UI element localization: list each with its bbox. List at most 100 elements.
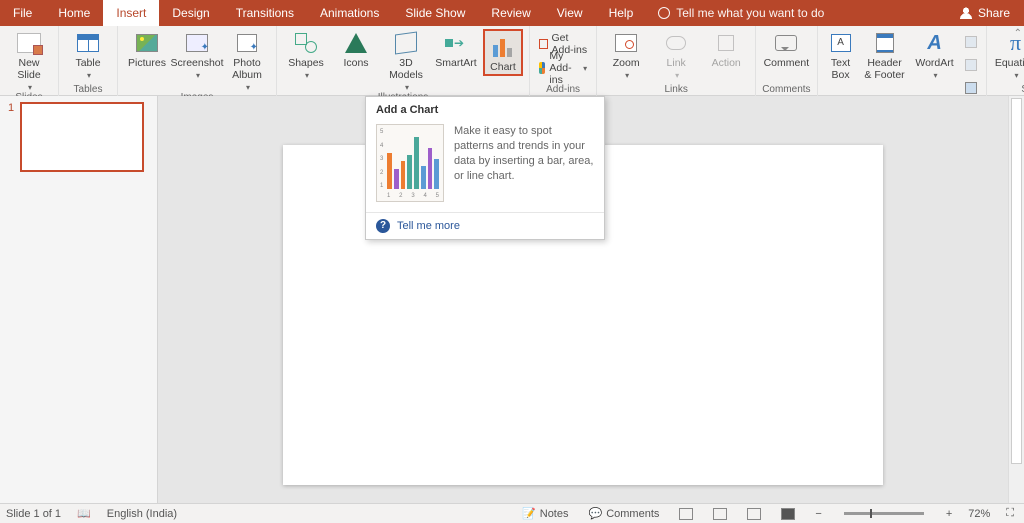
slide-number-button (962, 55, 980, 75)
smartart-button[interactable]: SmartArt (433, 28, 479, 69)
collapse-ribbon-button[interactable]: ⌃ (1014, 28, 1022, 39)
tab-home[interactable]: Home (45, 0, 103, 26)
date-time-icon (965, 36, 977, 48)
smartart-icon (445, 34, 467, 52)
screenshot-icon (186, 34, 208, 52)
fit-to-window-button[interactable]: ⛶ (1002, 507, 1018, 520)
tab-view[interactable]: View (544, 0, 596, 26)
action-icon (718, 35, 734, 51)
ribbon: New Slide▾ Slides Table▾ Tables Pictures… (0, 26, 1024, 96)
tab-animations[interactable]: Animations (307, 0, 392, 26)
group-links: Zoom▾ Link▾ Action Links (597, 26, 756, 96)
pictures-button[interactable]: Pictures (124, 28, 170, 69)
link-icon (666, 36, 686, 50)
screenshot-button[interactable]: Screenshot▾ (174, 28, 220, 80)
sorter-view-icon (713, 508, 727, 520)
tab-insert[interactable]: Insert (103, 0, 159, 26)
action-button: Action (703, 28, 749, 69)
slideshow-view-icon (781, 508, 795, 520)
slide-thumbnail-1[interactable] (20, 102, 144, 172)
zoom-out-button[interactable]: − (811, 508, 825, 520)
group-tables: Table▾ Tables (59, 26, 118, 96)
slide-thumbnail-panel: 1 (0, 96, 158, 503)
share-button[interactable]: Share (946, 6, 1024, 20)
notes-button[interactable]: 📝 Notes (518, 507, 572, 520)
photo-album-icon (237, 34, 257, 52)
pictures-icon (136, 34, 158, 52)
tab-review[interactable]: Review (478, 0, 543, 26)
normal-view-icon (679, 508, 693, 520)
tab-transitions[interactable]: Transitions (223, 0, 307, 26)
store-icon (539, 39, 548, 49)
table-icon (77, 34, 99, 52)
group-label: Links (665, 84, 688, 96)
tooltip-title: Add a Chart (366, 97, 604, 120)
group-slides: New Slide▾ Slides (0, 26, 59, 96)
tab-file[interactable]: File (0, 0, 45, 26)
comments-button[interactable]: 💬 Comments (585, 507, 664, 520)
group-text: AText Box Header & Footer AWordArt▾ Text (818, 26, 987, 96)
icons-button[interactable]: Icons (333, 28, 379, 69)
textbox-icon: A (831, 34, 851, 52)
textbox-button[interactable]: AText Box (824, 28, 858, 81)
group-label: Add-ins (546, 84, 580, 96)
thumbnail-number: 1 (8, 102, 14, 172)
slide-number-icon (965, 59, 977, 71)
tell-me-search[interactable]: Tell me what you want to do (646, 6, 836, 20)
zoom-button[interactable]: Zoom▾ (603, 28, 649, 80)
group-images: Pictures Screenshot▾ Photo Album▾ Images (118, 26, 277, 96)
help-icon: ? (376, 219, 390, 233)
object-icon (965, 82, 977, 94)
chart-icon (491, 37, 515, 57)
wordart-icon: A (927, 32, 941, 55)
person-icon (960, 7, 972, 19)
header-footer-icon (876, 33, 894, 53)
tab-design[interactable]: Design (159, 0, 222, 26)
slide-counter: Slide 1 of 1 (6, 508, 61, 520)
chart-tooltip: Add a Chart 54321 12345 Make it easy to … (365, 96, 605, 240)
reading-view-icon (747, 508, 761, 520)
language-indicator[interactable]: English (India) (107, 508, 177, 520)
zoom-level[interactable]: 72% (968, 508, 990, 520)
tab-slideshow[interactable]: Slide Show (392, 0, 478, 26)
slideshow-view-button[interactable] (777, 508, 799, 520)
wordart-button[interactable]: AWordArt▾ (912, 28, 958, 80)
spell-check-button[interactable]: 📖 (73, 507, 95, 520)
chart-button[interactable]: Chart (486, 32, 520, 73)
3d-models-icon (395, 31, 417, 54)
link-button: Link▾ (653, 28, 699, 80)
tooltip-description: Make it easy to spot patterns and trends… (454, 124, 594, 183)
table-button[interactable]: Table▾ (65, 28, 111, 80)
comment-icon (775, 35, 797, 51)
zoom-in-button[interactable]: + (942, 508, 956, 520)
sorter-view-button[interactable] (709, 508, 731, 520)
my-addins-button[interactable]: My Add-ins▾ (536, 58, 590, 78)
3d-models-button[interactable]: 3D Models▾ (383, 28, 429, 92)
shapes-icon (295, 33, 317, 53)
header-footer-button[interactable]: Header & Footer (862, 28, 908, 81)
tooltip-chart-preview: 54321 12345 (376, 124, 444, 202)
group-label: Tables (74, 84, 103, 96)
group-label: Comments (762, 84, 810, 96)
object-button[interactable] (962, 78, 980, 98)
comment-button[interactable]: Comment (763, 28, 809, 69)
tab-help[interactable]: Help (596, 0, 647, 26)
vertical-scrollbar[interactable] (1008, 96, 1024, 503)
new-slide-button[interactable]: New Slide▾ (6, 28, 52, 92)
tell-me-more-link[interactable]: ? Tell me more (366, 212, 604, 239)
shapes-button[interactable]: Shapes▾ (283, 28, 329, 80)
normal-view-button[interactable] (675, 508, 697, 520)
zoom-slider[interactable] (844, 512, 924, 515)
group-comments: Comment Comments (756, 26, 817, 96)
date-time-button (962, 32, 980, 52)
chart-button-highlight: Chart (483, 29, 523, 76)
my-addins-icon (539, 62, 545, 74)
group-addins: Get Add-ins My Add-ins▾ Add-ins (530, 26, 597, 96)
reading-view-button[interactable] (743, 508, 765, 520)
new-slide-icon (17, 33, 41, 53)
photo-album-button[interactable]: Photo Album▾ (224, 28, 270, 92)
zoom-icon (615, 34, 637, 52)
bulb-icon (658, 7, 670, 19)
icons-icon (345, 33, 367, 53)
menu-bar: File Home Insert Design Transitions Anim… (0, 0, 1024, 26)
